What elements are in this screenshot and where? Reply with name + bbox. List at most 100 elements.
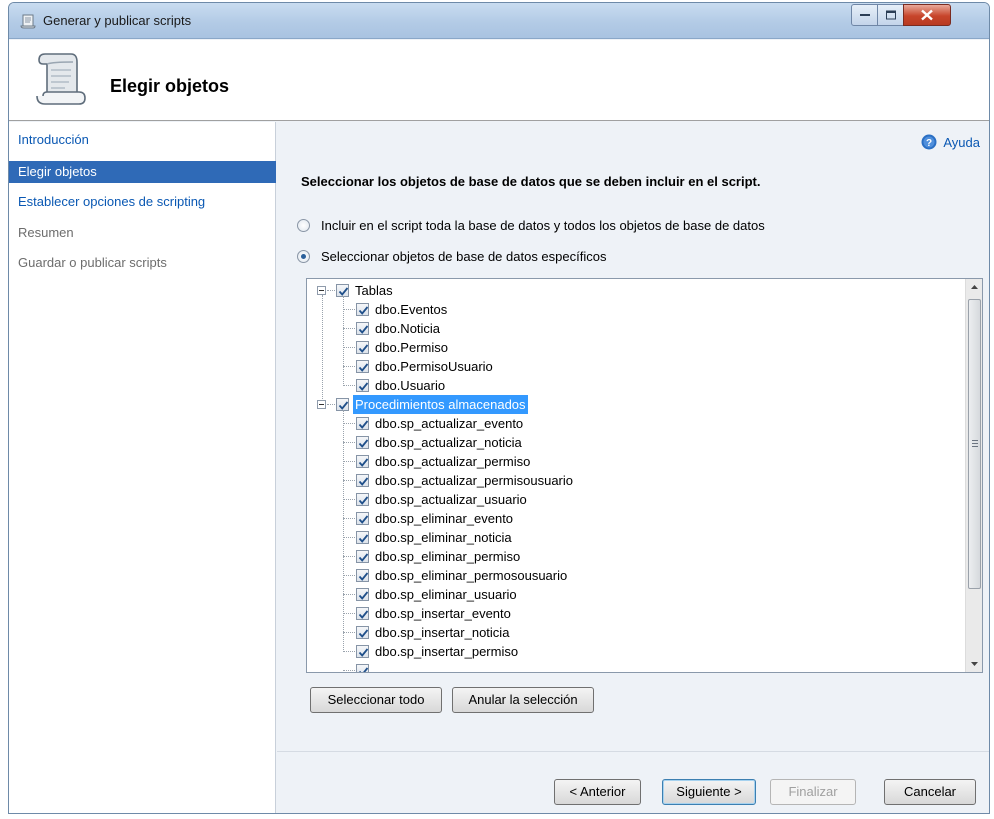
title-bar[interactable]: Generar y publicar scripts [9,3,989,39]
tree-group-label: Tablas [355,283,393,298]
collapse-icon[interactable] [317,400,326,409]
option-specific-objects[interactable]: Seleccionar objetos de base de datos esp… [297,249,606,264]
tree-item-row[interactable]: dbo.sp_actualizar_noticia [307,433,957,452]
radio-specific-objects[interactable] [297,250,310,263]
tree-item-label: dbo.sp_actualizar_usuario [375,492,527,507]
footer-separator [277,751,989,752]
nav-item-resumen: Resumen [18,225,74,240]
scroll-up-icon[interactable] [966,279,983,296]
minimize-button[interactable] [851,4,878,26]
tree-item-row[interactable]: dbo.sp_insertar_noticia [307,623,957,642]
tree-checkbox[interactable] [356,341,369,354]
tree-item-label: dbo.Noticia [375,321,441,336]
script-scroll-icon [36,53,86,105]
tree-checkbox[interactable] [356,607,369,620]
tree-item-label: dbo.sp_actualizar_evento [375,416,524,431]
tree-checkbox[interactable] [356,322,369,335]
tree-checkbox[interactable] [356,303,369,316]
tree-item-row[interactable]: dbo.sp_eliminar_evento [307,509,957,528]
tree-item-row[interactable]: dbo.sp_eliminar_permosousuario [307,566,957,585]
tree-item-row[interactable]: dbo.sp_eliminar_noticia [307,528,957,547]
main-panel: ? Ayuda Seleccionar los objetos de base … [277,122,989,813]
finish-button: Finalizar [770,779,856,805]
tree-item-label: dbo.sp_actualizar_noticia [375,435,522,450]
previous-button[interactable]: < Anterior [554,779,641,805]
script-scroll-icon [20,14,36,29]
tree-item-row[interactable]: dbo.sp_actualizar_permisousuario [307,471,957,490]
help-icon: ? [921,134,937,150]
tree-checkbox[interactable] [356,379,369,392]
tree-item-row[interactable]: dbo.Permiso [307,338,957,357]
maximize-button[interactable] [877,4,904,26]
nav-item-introduccion[interactable]: Introducción [9,129,276,151]
radio-all-objects[interactable] [297,219,310,232]
tree-checkbox[interactable] [356,417,369,430]
tree-item-label: dbo.Usuario [375,378,446,393]
tree-item-label: dbo.sp_insertar_evento [375,606,511,621]
tree-checkbox[interactable] [356,493,369,506]
svg-text:?: ? [926,138,932,149]
tree-checkbox[interactable] [356,512,369,525]
tree-checkbox[interactable] [356,455,369,468]
page-title: Elegir objetos [110,76,230,96]
scroll-thumb[interactable] [968,299,981,589]
tree-item-row[interactable]: dbo.sp_eliminar_usuario [307,585,957,604]
cancel-button[interactable]: Cancelar [884,779,976,805]
wizard-nav: Introducción Elegir objetos Establecer o… [9,122,276,813]
tree-checkbox[interactable] [356,360,369,373]
wizard-window: Generar y publicar scripts Elegir objeto… [8,2,990,814]
tree-checkbox[interactable] [356,550,369,563]
clear-selection-button[interactable]: Anular la selección [452,687,594,713]
tree-item-row[interactable]: dbo.Eventos [307,300,957,319]
tree-item-label: dbo.Eventos [375,302,448,317]
tree-item-row[interactable]: dbo.Usuario [307,376,957,395]
minimize-icon [859,14,870,16]
tree-item-label: dbo.sp_eliminar_permiso [375,549,521,564]
help-link[interactable]: ? Ayuda [921,134,980,150]
tree-item-label: dbo.sp_actualizar_permiso [375,454,531,469]
next-button[interactable]: Siguiente > [662,779,756,805]
instruction-text: Seleccionar los objetos de base de datos… [301,174,761,189]
tree-item-row[interactable]: dbo.sp_insertar_evento [307,604,957,623]
option-specific-label: Seleccionar objetos de base de datos esp… [321,249,607,264]
nav-item-guardar-publicar: Guardar o publicar scripts [18,255,167,270]
tree-scrollbar[interactable] [965,279,982,672]
nav-item-opciones-scripting[interactable]: Establecer opciones de scripting [9,191,276,213]
tree-item-row[interactable]: dbo.sp_eliminar_permiso [307,547,957,566]
collapse-icon[interactable] [317,286,326,295]
tree-checkbox[interactable] [356,436,369,449]
tree-item-label: dbo.Permiso [375,340,448,355]
option-all-label: Incluir en el script toda la base de dat… [321,218,765,233]
tree-item-row[interactable]: dbo.Noticia [307,319,957,338]
tree-group-label: Procedimientos almacenados [353,395,528,414]
tree-item-row[interactable]: dbo.sp_actualizar_permiso [307,452,957,471]
tree-item-label: dbo.sp_eliminar_usuario [375,587,517,602]
tree-checkbox[interactable] [356,474,369,487]
tree-checkbox[interactable] [356,626,369,639]
tree-item-label: dbo.sp_eliminar_permosousuario [375,568,568,583]
tree-item-row[interactable]: dbo.sp_insertar_permiso [307,642,957,661]
select-all-button[interactable]: Seleccionar todo [310,687,442,713]
close-button[interactable] [903,4,951,26]
tree-group-row[interactable]: Tablas [307,281,957,300]
option-all-objects[interactable]: Incluir en el script toda la base de dat… [297,218,765,233]
help-label: Ayuda [943,135,980,150]
tree-checkbox[interactable] [356,531,369,544]
window-title: Generar y publicar scripts [43,13,192,28]
scroll-down-icon[interactable] [966,655,983,672]
tree-item-row[interactable]: dbo.sp_actualizar_usuario [307,490,957,509]
tree-item-label: dbo.sp_insertar_permiso [375,644,519,659]
object-tree[interactable]: Tablas dbo.Eventos dbo.Noticia dbo.Permiso d… [306,278,983,673]
tree-checkbox[interactable] [356,588,369,601]
tree-checkbox[interactable] [356,569,369,582]
tree-item-label: dbo.PermisoUsuario [375,359,493,374]
tree-item-label: dbo.sp_eliminar_evento [375,511,514,526]
tree-checkbox[interactable] [356,645,369,658]
nav-item-elegir-objetos[interactable]: Elegir objetos [9,161,276,183]
tree-group-row[interactable]: Procedimientos almacenados [307,395,957,414]
tree-item-label: dbo.sp_eliminar_noticia [375,530,512,545]
tree-item-row[interactable]: dbo.PermisoUsuario [307,357,957,376]
tree-item-row[interactable]: dbo.sp_actualizar_evento [307,414,957,433]
wizard-header: Elegir objetos [9,40,989,121]
close-icon [921,9,933,21]
